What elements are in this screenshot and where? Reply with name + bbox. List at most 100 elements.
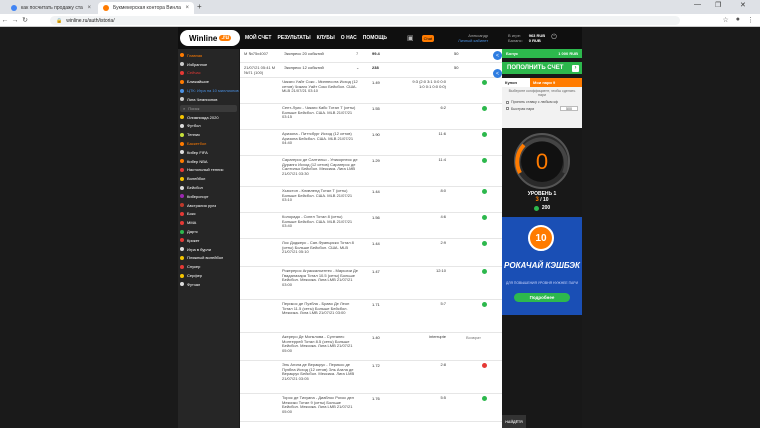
leg-score: 9:3 (2:0 3:1 0:0 0:0 1:0 0:1 0:0 0:0) <box>412 79 446 89</box>
sidebar-item-favorites[interactable]: Избранное <box>178 60 239 69</box>
leg-score: 2:9 <box>440 240 446 245</box>
logo-badge: .ru <box>219 35 232 41</box>
tab-coupon[interactable]: Купон <box>502 78 530 87</box>
sidebar-item-surfer[interactable]: Серфер <box>178 271 239 280</box>
won-check-icon <box>482 106 487 111</box>
sidebar-item-volleyball[interactable]: Волейбол <box>178 174 239 183</box>
menu-results[interactable]: РЕЗУЛЬТАТЫ <box>277 35 310 41</box>
url-input[interactable]: 🔒 winline.ru/auth/istoria/ <box>50 16 680 25</box>
bonus-bar[interactable]: Бонус 1 000 RUB <box>502 49 582 58</box>
sidebar-item-beach-volleyball[interactable]: Пляжный волейбол <box>178 254 239 263</box>
quick-bet-amount-input[interactable]: 500 <box>560 106 578 111</box>
account-link[interactable]: Личный кабинет <box>458 38 488 43</box>
ctk-icon <box>180 88 184 93</box>
search-placeholder: Поиск <box>188 105 200 111</box>
deposit-button[interactable]: ПОПОЛНИТЬ СЧЕТ › <box>502 62 582 74</box>
express-leg-row: Перикос де Пуэбла - Браво Де Леон Тотал … <box>240 300 502 333</box>
menu-about[interactable]: О НАС <box>341 35 357 41</box>
sidebar-item-futsal[interactable]: Футзал <box>178 280 239 289</box>
share-icon[interactable]: < <box>493 51 502 60</box>
tab-my-bets[interactable]: Мои пари 9 <box>530 78 582 87</box>
sidebar-item-cricket[interactable]: Крикет <box>178 236 239 245</box>
sidebar-item-table-tennis[interactable]: Настольный теннис <box>178 166 239 175</box>
reload-icon[interactable]: ↻ <box>20 16 30 24</box>
sidebar-item-olympics[interactable]: Олимпиада 2020 <box>178 113 239 122</box>
chat-button[interactable]: Chat <box>421 34 435 42</box>
level-gauge: 0 <box>502 131 582 191</box>
trophy-icon <box>180 97 184 102</box>
bet-row[interactable]: М №75x4007 Экспресс 20 событий 7 99.4 50 <box>240 49 502 63</box>
sidebar-item-cyber-fifa[interactable]: Кибер FIFA <box>178 148 239 157</box>
sidebar-item-hurling[interactable]: Игра в бурли <box>178 245 239 254</box>
sidebar-search-input[interactable]: ⌕ Поиск <box>180 104 237 112</box>
sidebar-item-esports[interactable]: Киберспорт <box>178 192 239 201</box>
sidebar-item-baseball[interactable]: Бейсбол <box>178 183 239 192</box>
close-icon[interactable]: × <box>185 5 189 11</box>
checkbox[interactable] <box>506 107 509 110</box>
close-icon[interactable]: × <box>87 5 91 11</box>
checkbox[interactable] <box>506 100 509 104</box>
leg-score: 6:2 <box>440 105 446 110</box>
sidebar-item-aussie-rules[interactable]: Австралия рулз <box>178 201 239 210</box>
aussie-rules-icon <box>180 203 184 208</box>
leg-coef: 1.44 <box>372 189 380 194</box>
promo-banner[interactable]: 10 РОКАЧАЙ КЭШБЭК ДЛЯ ПОВЫШЕНИЯ УРОВНЯ Н… <box>502 217 582 315</box>
window-close-icon[interactable]: ✕ <box>740 1 746 9</box>
gauge-dial: 0 <box>514 133 570 189</box>
sports-sidebar: Главная Избранное Сейчас Ближайшие ЦТК: … <box>178 49 239 428</box>
maximize-icon[interactable]: ❐ <box>715 1 721 9</box>
sidebar-item-label: Баскетбол <box>187 141 207 147</box>
snooker-icon <box>180 264 184 269</box>
minimize-icon[interactable]: — <box>694 1 701 8</box>
sidebar-item-label: Теннис <box>187 132 201 138</box>
bonus-value: 1 000 RUB <box>558 51 578 56</box>
sidebar-item-boxing[interactable]: Бокс <box>178 210 239 219</box>
menu-my-account[interactable]: МОЙ СЧЕТ <box>245 35 271 41</box>
sidebar-item-label: Избранное <box>187 61 208 67</box>
menu-help[interactable]: ПОМОЩЬ <box>363 35 387 41</box>
sidebar-item-basketball[interactable]: Баскетбол <box>178 139 239 148</box>
winline-logo[interactable]: Winline .ru <box>180 30 240 46</box>
coin-icon <box>533 205 539 211</box>
profile-icon[interactable]: ● <box>736 16 740 24</box>
leg-coef: 1.44 <box>372 241 380 246</box>
leg-coef: 1.56 <box>372 215 380 220</box>
browser-tab-2[interactable]: Букмекерская контора Винлайн × <box>98 2 194 14</box>
sidebar-item-tennis[interactable]: Теннис <box>178 130 239 139</box>
sidebar-item-darts[interactable]: Дартс <box>178 227 239 236</box>
sidebar-item-upcoming[interactable]: Ближайшие <box>178 77 239 86</box>
sidebar-item-mma[interactable]: MMA <box>178 218 239 227</box>
leg-score: 12:10 <box>435 268 446 273</box>
main-menu: МОЙ СЧЕТ РЕЗУЛЬТАТЫ КЛУБЫ О НАС ПОМОЩЬ <box>245 35 387 41</box>
promo-more-button[interactable]: Подробнее <box>514 293 570 302</box>
won-check-icon <box>482 80 487 85</box>
quick-bet-option[interactable]: Быстрая пари 500 <box>502 105 582 112</box>
sidebar-item-champions[interactable]: Лига Чемпионов <box>178 95 239 104</box>
new-tab-icon[interactable]: + <box>197 2 202 11</box>
leg-score: 4:6 <box>440 214 446 219</box>
forward-icon[interactable]: → <box>10 17 20 24</box>
leg-score: 8:0 <box>440 188 446 193</box>
promo-subtitle: ДЛЯ ПОВЫШЕНИЯ УРОВНЯ НУЖНЕЕ ПАРИ <box>505 281 579 285</box>
bet-row-expanded[interactable]: 21/07/21 05:41 М №71 (100) Экспресс 12 с… <box>240 63 502 78</box>
back-icon[interactable]: ← <box>0 17 10 24</box>
share-icon[interactable]: < <box>493 69 502 78</box>
sidebar-item-main[interactable]: Главная <box>178 51 239 60</box>
lost-cross-icon <box>482 363 487 368</box>
power-icon[interactable]: ⏻ <box>551 34 557 42</box>
browser-tab-1[interactable]: как посчитать продажу ставок × <box>6 2 96 14</box>
sidebar-item-ctk[interactable]: ЦТК: Игра на 10 миллионов <box>178 86 239 95</box>
sidebar-item-live[interactable]: Сейчас <box>178 69 239 78</box>
sidebar-item-label: Кибер NBA <box>187 158 208 164</box>
findme-badge[interactable]: НАЙДЁТЯ <box>502 415 526 428</box>
sidebar-item-snooker[interactable]: Снукер <box>178 262 239 271</box>
android-icon[interactable]: ▣ <box>407 34 414 42</box>
menu-clubs[interactable]: КЛУБЫ <box>317 35 335 41</box>
sidebar-item-cyber-nba[interactable]: Кибер NBA <box>178 157 239 166</box>
chevron-down-icon[interactable]: ⌄ <box>356 65 366 70</box>
menu-dots-icon[interactable]: ⋮ <box>747 16 754 24</box>
star-icon[interactable]: ☆ <box>722 16 728 24</box>
sidebar-item-football[interactable]: Футбол <box>178 122 239 131</box>
olympics-icon <box>180 115 184 120</box>
browser-tabstrip: как посчитать продажу ставок × Букмекерс… <box>0 0 760 14</box>
